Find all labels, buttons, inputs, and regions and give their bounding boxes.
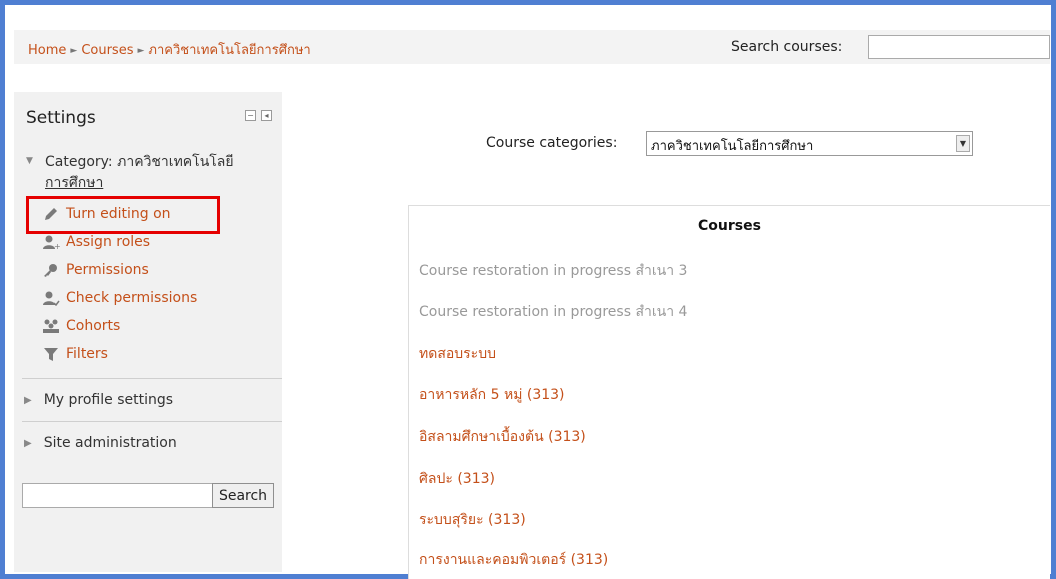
category-prefix: Category:	[45, 154, 113, 170]
courses-box: Courses Course restoration in progress ส…	[408, 205, 1050, 579]
divider	[22, 378, 282, 379]
assign-roles-label: Assign roles	[66, 234, 151, 250]
navbar: Home ► Courses ► ภาควิชาเทคโนโลยีการศึกษา Se…	[14, 30, 1050, 64]
filters-link[interactable]: Filters	[42, 343, 108, 365]
collapsed-arrow-icon: ▶	[24, 437, 32, 449]
settings-search-input[interactable]	[22, 483, 213, 508]
dropdown-arrow-icon: ▼	[956, 135, 970, 152]
expanded-arrow-icon[interactable]: ▼	[26, 156, 33, 166]
search-courses-input[interactable]	[868, 35, 1050, 59]
courses-header: Courses	[698, 218, 761, 234]
check-permissions-label: Check permissions	[66, 290, 198, 306]
course-categories-select[interactable]: ภาควิชาเทคโนโลยีการศึกษา ▼	[646, 131, 973, 156]
collapsed-arrow-icon: ▶	[24, 394, 32, 406]
permissions-label: Permissions	[66, 262, 149, 278]
site-administration-label: Site administration	[43, 435, 177, 451]
hide-block-icon[interactable]: −	[245, 110, 256, 121]
cohorts-link[interactable]: Cohorts	[42, 315, 120, 337]
settings-title: Settings	[26, 108, 96, 128]
course-link[interactable]: ทดสอบระบบ	[419, 343, 496, 365]
group-icon	[42, 318, 60, 334]
assign-roles-link[interactable]: + Assign roles	[42, 231, 150, 253]
divider	[22, 421, 282, 422]
breadcrumb-home-link[interactable]: Home	[28, 43, 66, 58]
course-categories-label: Course categories:	[486, 135, 618, 151]
my-profile-settings-label: My profile settings	[43, 392, 174, 408]
breadcrumb: Home ► Courses ► ภาควิชาเทคโนโลยีการศึกษา	[28, 39, 311, 60]
highlight-box	[26, 196, 220, 234]
category-name-line2: การศึกษา	[45, 175, 104, 191]
cohorts-label: Cohorts	[66, 318, 121, 334]
site-administration-node[interactable]: ▶ Site administration	[24, 435, 177, 451]
category-node[interactable]: Category: ภาควิชาเทคโนโลยี การศึกษา	[45, 152, 275, 194]
settings-search-button[interactable]: Search	[212, 483, 274, 508]
breadcrumb-courses-link[interactable]: Courses	[81, 43, 133, 58]
dock-block-icon[interactable]: ◂	[261, 110, 272, 121]
breadcrumb-separator-icon: ►	[137, 46, 145, 56]
course-link[interactable]: อาหารหลัก 5 หมู่ (313)	[419, 384, 565, 406]
course-categories-value: ภาควิชาเทคโนโลยีการศึกษา	[651, 139, 814, 154]
course-link[interactable]: Course restoration in progress สำเนา 4	[419, 301, 687, 323]
breadcrumb-category-link[interactable]: ภาควิชาเทคโนโลยีการศึกษา	[148, 43, 310, 58]
category-name-line1: ภาควิชาเทคโนโลยี	[117, 154, 234, 170]
user-add-icon: +	[42, 234, 60, 250]
key-icon	[42, 262, 60, 278]
my-profile-settings-node[interactable]: ▶ My profile settings	[24, 392, 173, 408]
course-link[interactable]: ระบบสุริยะ (313)	[419, 509, 526, 531]
course-link[interactable]: ศิลปะ (313)	[419, 468, 495, 490]
search-courses-label: Search courses:	[731, 39, 843, 55]
user-check-icon	[42, 290, 60, 306]
filters-label: Filters	[66, 346, 108, 362]
breadcrumb-separator-icon: ►	[70, 46, 78, 56]
filter-icon	[42, 346, 60, 362]
course-link[interactable]: การงานและคอมพิวเตอร์ (313)	[419, 549, 608, 571]
permissions-link[interactable]: Permissions	[42, 259, 149, 281]
course-link[interactable]: อิสลามศึกษาเบื้องต้น (313)	[419, 426, 586, 448]
check-permissions-link[interactable]: Check permissions	[42, 287, 197, 309]
course-link[interactable]: Course restoration in progress สำเนา 3	[419, 260, 687, 282]
svg-text:+: +	[54, 242, 60, 250]
